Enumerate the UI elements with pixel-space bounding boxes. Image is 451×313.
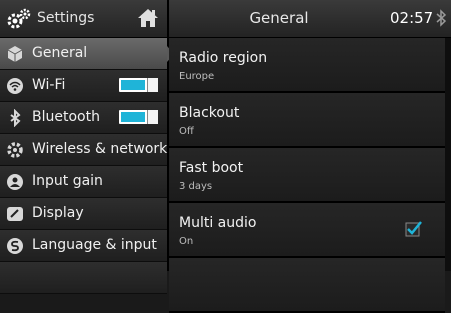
sidebar-item-display[interactable]: Display — [0, 198, 167, 230]
sidebar-item-label: Language & input — [32, 237, 157, 253]
sidebar-item-label: Wireless & network — [32, 141, 168, 157]
sidebar-title: Settings — [37, 10, 95, 26]
toggle-knob — [147, 78, 158, 92]
setting-title: Radio region — [179, 50, 268, 66]
toggle-on-fill — [121, 80, 145, 90]
bluetooth-toggle[interactable] — [119, 110, 158, 124]
sidebar-item-general[interactable]: General — [0, 38, 167, 70]
setting-row-radio-region[interactable]: Radio region Europe — [169, 38, 445, 93]
settings-gear-icon — [7, 8, 31, 29]
cube-icon — [7, 46, 23, 62]
setting-value: Off — [179, 126, 194, 137]
language-icon — [7, 238, 23, 254]
setting-row-multi-audio[interactable]: Multi audio On — [169, 203, 445, 258]
page-title: General — [249, 9, 309, 27]
sidebar-item-label: Wi-Fi — [32, 77, 66, 93]
sidebar-item-more[interactable] — [0, 262, 167, 294]
home-icon[interactable] — [137, 7, 159, 29]
bluetooth-icon — [10, 109, 21, 127]
setting-row-fast-boot[interactable]: Fast boot 3 days — [169, 148, 445, 203]
setting-title: Multi audio — [179, 215, 257, 231]
sidebar-item-wifi[interactable]: Wi-Fi — [0, 70, 167, 102]
sidebar-item-input-gain[interactable]: Input gain — [0, 166, 167, 198]
person-icon — [7, 174, 23, 190]
bluetooth-status-icon — [436, 9, 447, 27]
main-header: General 02:57 — [169, 0, 451, 38]
toggle-knob — [147, 110, 158, 124]
setting-value: Europe — [179, 71, 215, 82]
sidebar-item-language-input[interactable]: Language & input — [0, 230, 167, 262]
clock-time: 02:57 — [390, 9, 434, 27]
sidebar-item-label: General — [32, 45, 88, 61]
setting-row-blackout[interactable]: Blackout Off — [169, 93, 445, 148]
sidebar-item-wireless-network[interactable]: Wireless & network — [0, 134, 167, 166]
sidebar-item-label: Bluetooth — [32, 109, 100, 125]
sidebar-item-label: Input gain — [32, 173, 103, 189]
setting-title: Fast boot — [179, 160, 244, 176]
display-icon — [7, 207, 23, 221]
sidebar: General Wi-Fi Bluetooth Wireless & netwo… — [0, 38, 167, 294]
setting-title: Blackout — [179, 105, 240, 121]
sidebar-item-label: Display — [32, 205, 84, 221]
settings-list: Radio region Europe Blackout Off Fast bo… — [169, 38, 451, 313]
scrollbar[interactable] — [445, 38, 451, 271]
setting-value: On — [179, 236, 194, 247]
checkbox-checked-icon[interactable] — [405, 220, 423, 238]
sidebar-header: Settings — [0, 0, 167, 38]
wifi-icon — [7, 78, 23, 94]
gear-icon — [7, 142, 23, 158]
wifi-toggle[interactable] — [119, 78, 158, 92]
setting-row-next[interactable] — [169, 258, 445, 313]
toggle-on-fill — [121, 112, 145, 122]
setting-value: 3 days — [179, 181, 213, 192]
sidebar-item-bluetooth[interactable]: Bluetooth — [0, 102, 167, 134]
